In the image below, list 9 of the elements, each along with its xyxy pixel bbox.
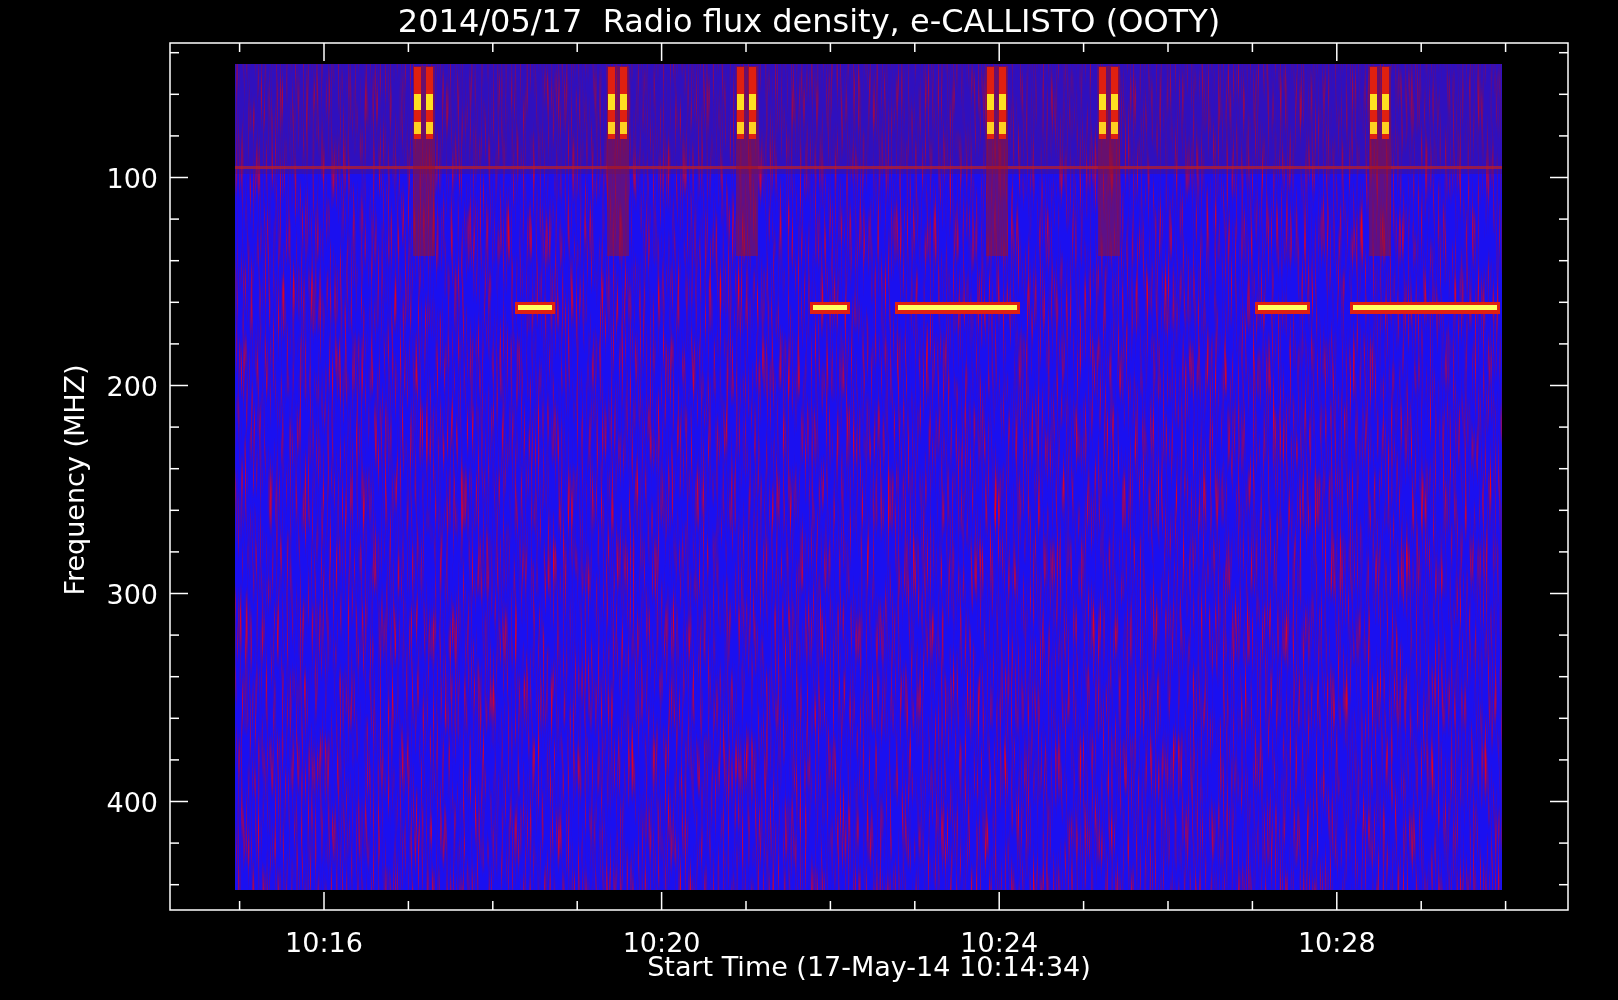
x-tick-label: 10:16 [285,927,363,958]
plot-title: 2014/05/17 Radio flux density, e-CALLISTO (OOTY) [397,2,1221,40]
x-axis-label: Start Time (17-May-14 10:14:34) [647,951,1091,982]
y-tick-label: 300 [106,578,158,610]
x-tick-label: 10:28 [1297,927,1376,958]
y-tick-label: 400 [106,786,158,818]
y-tick-label: 100 [106,162,158,194]
y-tick-label: 200 [106,370,158,402]
y-axis-label: Frequency (MHZ) [59,364,90,596]
